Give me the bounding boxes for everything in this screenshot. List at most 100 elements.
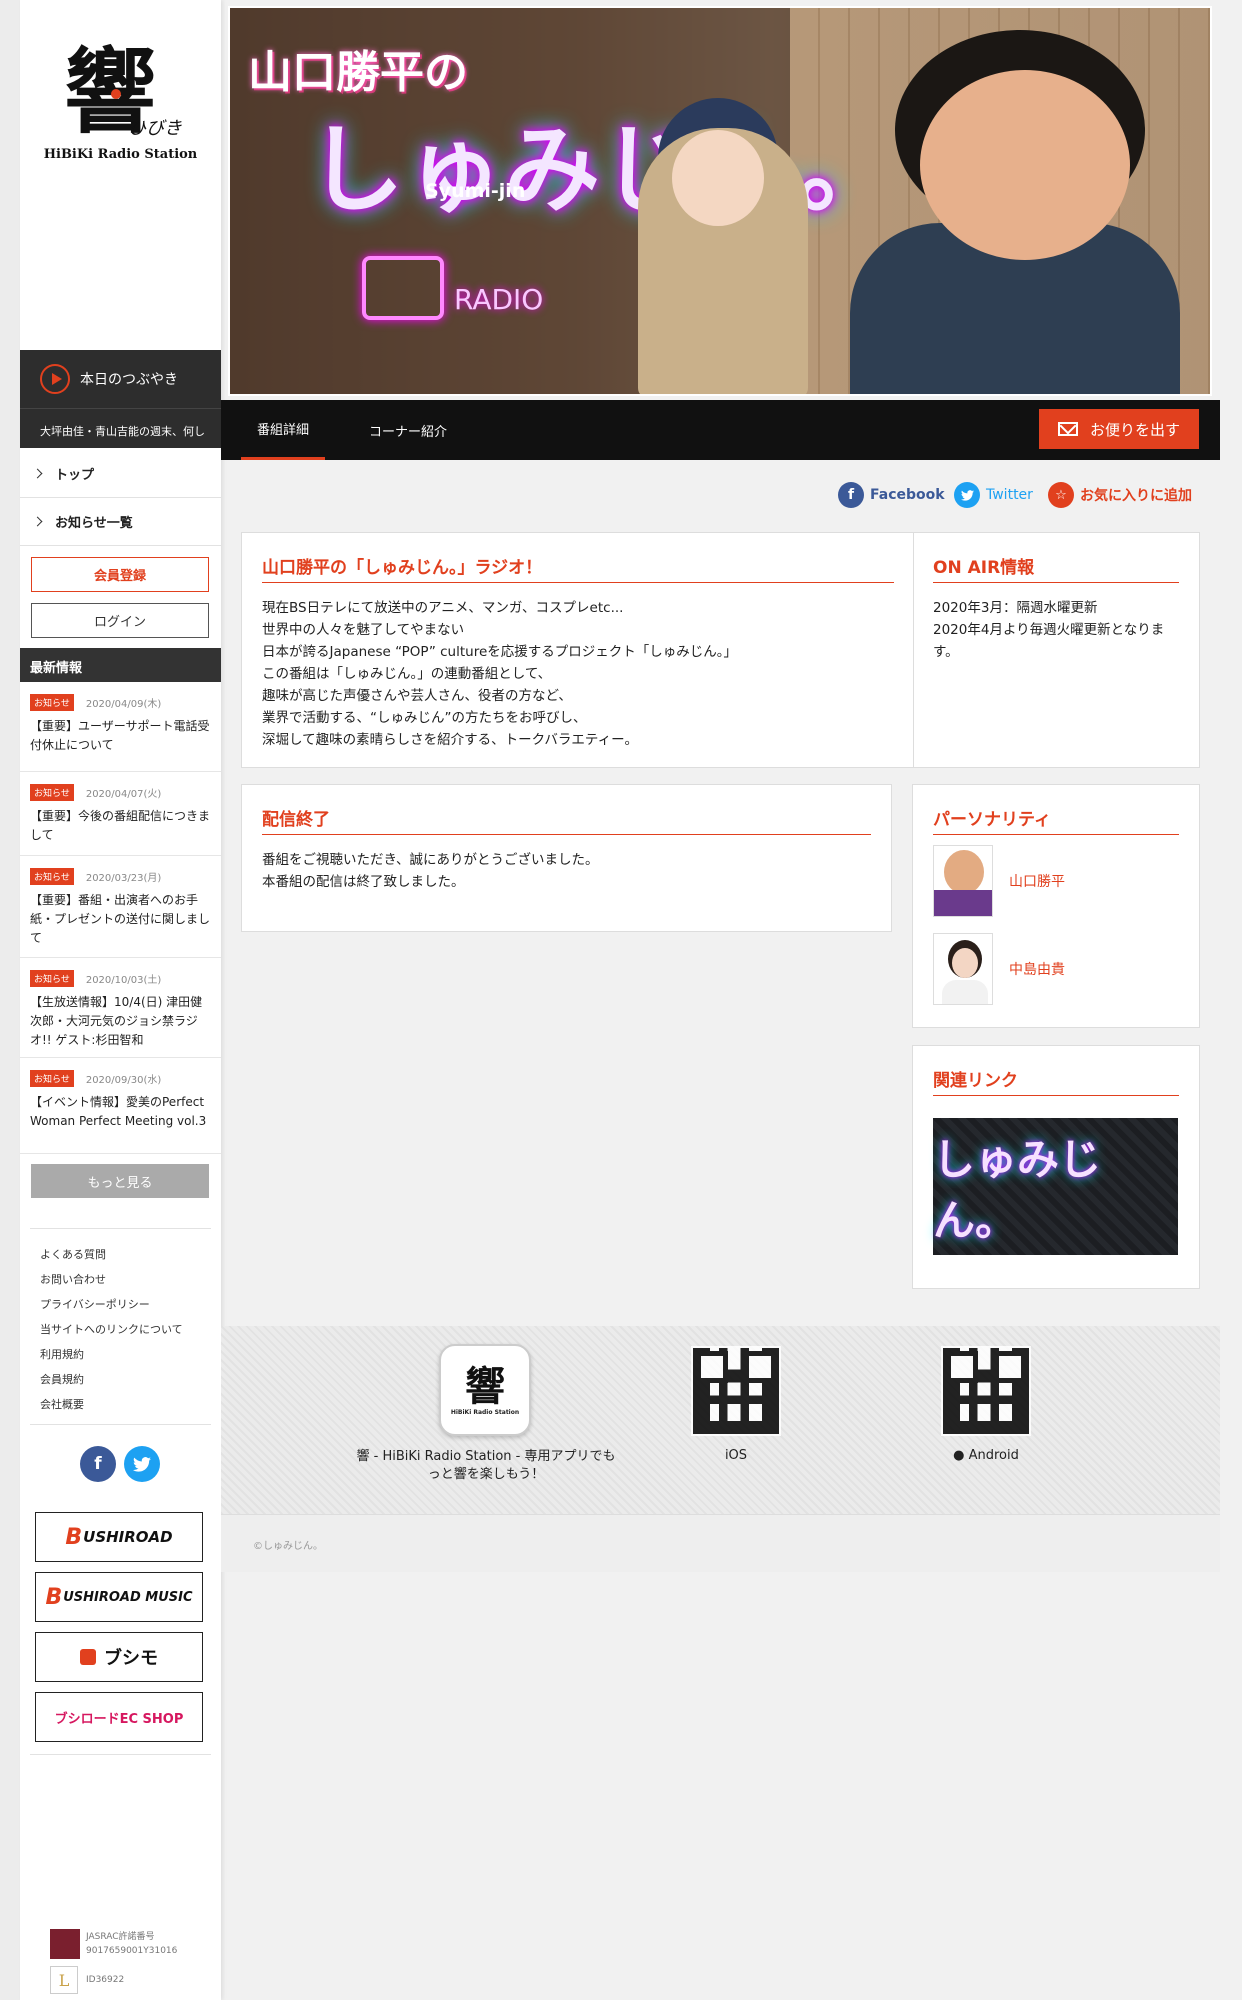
jasrac-license: JASRAC許諾番号 9017659001Y31016 <box>50 1929 177 1959</box>
partner-bushimo[interactable]: ブシモ <box>35 1632 203 1682</box>
sidebar-item-label: トップ <box>55 468 95 483</box>
tab-corners[interactable]: コーナー紹介 <box>369 400 447 460</box>
hibiki-app-icon[interactable]: 響 HiBiKi Radio Station <box>439 1344 531 1436</box>
envelope-icon <box>1057 422 1078 436</box>
personality-name[interactable]: 中島由貴 <box>1009 959 1065 979</box>
news-item[interactable]: お知らせ 2020/09/30(水) 【イベント情報】愛美のPerfect Wom… <box>20 1058 221 1154</box>
chevron-right-icon <box>32 516 43 527</box>
footer-link-linking[interactable]: 当サイトへのリンクについて <box>40 1317 183 1342</box>
news-date: 2020/09/30(水) <box>85 1075 162 1086</box>
sidebar-item-news-list[interactable]: お知らせ一覧 <box>20 498 221 546</box>
tab-program-details[interactable]: 番組詳細 <box>241 400 325 460</box>
related-banner-text: しゅみじん。 <box>933 1134 1102 1245</box>
tsubuyaki-player[interactable]: 本日のつぶやき <box>20 350 221 408</box>
license-id: L ID36922 <box>50 1966 124 1994</box>
sidebar: 響 ひびき HiBiKi Radio Station 本日のつぶやき 大坪由佳・… <box>20 0 221 2000</box>
facebook-icon: f <box>838 482 864 508</box>
partner-bushiroad-ec-shop[interactable]: ブシロードEC SHOP <box>35 1692 203 1742</box>
footer-link-company[interactable]: 会社概要 <box>40 1392 183 1417</box>
hero-title-romaji: Syumi-jin <box>425 180 526 202</box>
share-twitter[interactable]: Twitter <box>954 482 1033 508</box>
news-item[interactable]: お知らせ 2020/03/23(月) 【重要】番組・出演者へのお手紙・プレゼントの… <box>20 856 221 958</box>
footer-link-faq[interactable]: よくある質問 <box>40 1242 183 1267</box>
tsubuyaki-ticker[interactable]: 大坪由佳・青山吉能の週末、何し <box>20 408 221 448</box>
jasrac-label: JASRAC許諾番号 <box>86 1932 155 1942</box>
footer-link-member-terms[interactable]: 会員規約 <box>40 1367 183 1392</box>
add-favorite[interactable]: ☆ お気に入りに追加 <box>1048 482 1192 508</box>
ios-label[interactable]: iOS <box>691 1448 781 1463</box>
ios-qr-code <box>691 1346 781 1436</box>
app-download-band: 響 HiBiKi Radio Station 響 - HiBiKi Radio … <box>221 1326 1220 1514</box>
page-left-gutter <box>0 0 20 2000</box>
chevron-right-icon <box>32 468 43 479</box>
license-mark-icon: L <box>50 1966 78 1994</box>
personality-item[interactable]: 山口勝平 <box>933 845 1065 917</box>
copyright-band: ©しゅみじん。 <box>221 1514 1220 1572</box>
related-banner-syumijin[interactable]: しゅみじん。 <box>933 1118 1178 1255</box>
hero-radio-label: RADIO <box>454 283 544 316</box>
ended-title: 配信終了 <box>262 805 871 835</box>
bushimo-icon <box>80 1649 96 1665</box>
news-item[interactable]: お知らせ 2020/04/07(火) 【重要】今後の番組配信につきまして <box>20 772 221 856</box>
register-button[interactable]: 会員登録 <box>31 557 209 592</box>
add-favorite-label: お気に入りに追加 <box>1080 488 1192 504</box>
partner-bushiroad[interactable]: B USHIROAD <box>35 1512 203 1562</box>
partner-bushiroad-music[interactable]: B USHIROAD MUSIC <box>35 1572 203 1622</box>
send-letter-button[interactable]: お便りを出す <box>1039 409 1199 449</box>
share-facebook-label: Facebook <box>870 487 945 503</box>
more-news-button[interactable]: もっと見る <box>31 1164 209 1198</box>
related-title: 関連リンク <box>933 1066 1179 1096</box>
news-badge: お知らせ <box>30 1070 74 1087</box>
play-icon[interactable] <box>40 364 70 394</box>
onair-body: 2020年3月：隔週水曜更新 2020年4月より毎週火曜更新となります。 <box>933 600 1165 660</box>
news-title[interactable]: 【重要】ユーザーサポート電話受付休止について <box>30 717 211 755</box>
send-letter-label: お便りを出す <box>1089 420 1180 439</box>
personality-photo[interactable] <box>933 845 993 917</box>
onair-title: ON AIR情報 <box>933 553 1179 583</box>
news-date: 2020/04/09(木) <box>85 699 162 710</box>
facebook-icon[interactable]: f <box>80 1446 116 1482</box>
radio-icon <box>362 256 444 320</box>
twitter-icon[interactable] <box>124 1446 160 1482</box>
news-date: 2020/03/23(月) <box>85 873 162 884</box>
share-facebook[interactable]: f Facebook <box>838 482 945 508</box>
news-badge: お知らせ <box>30 784 74 801</box>
onair-info: ON AIR情報 2020年3月：隔週水曜更新 2020年4月より毎週火曜更新と… <box>933 553 1179 663</box>
hibiki-logo-icon: 響 ひびき <box>46 36 196 146</box>
personality-title: パーソナリティ <box>933 805 1179 835</box>
app-caption: 響 - HiBiKi Radio Station - 専用アプリでもっと響を楽し… <box>356 1449 616 1482</box>
news-title[interactable]: 【重要】今後の番組配信につきまして <box>30 807 211 845</box>
star-icon: ☆ <box>1048 482 1074 508</box>
news-title[interactable]: 【生放送情報】10/4(日) 津田健次郎・大河元気のジョシ禁ラジオ!! ゲスト:… <box>30 993 211 1050</box>
person-face <box>920 70 1130 260</box>
broadcast-ended-card: 配信終了 番組をご視聴いただき、誠にありがとうございました。 本番組の配信は終了… <box>241 784 892 932</box>
news-badge: お知らせ <box>30 868 74 885</box>
news-item[interactable]: お知らせ 2020/10/03(土) 【生放送情報】10/4(日) 津田健次郎・大… <box>20 958 221 1058</box>
personality-photo[interactable] <box>933 933 993 1005</box>
android-qr-code <box>941 1346 1031 1436</box>
sidebar-item-top[interactable]: トップ <box>20 450 221 498</box>
news-title[interactable]: 【重要】番組・出演者へのお手紙・プレゼントの送付に関しまして <box>30 891 211 948</box>
footer-link-privacy[interactable]: プライバシーポリシー <box>40 1292 183 1317</box>
license-id-text: ID36922 <box>86 1975 125 1985</box>
personality-card: パーソナリティ 山口勝平 中島由貴 <box>912 784 1200 1028</box>
site-logo[interactable]: 響 ひびき HiBiKi Radio Station <box>20 0 221 350</box>
news-title[interactable]: 【イベント情報】愛美のPerfect Woman Perfect Meeting… <box>30 1093 211 1131</box>
program-tab-bar: 番組詳細 コーナー紹介 お便りを出す <box>221 400 1220 460</box>
login-button[interactable]: ログイン <box>31 603 209 638</box>
tsubuyaki-label: 本日のつぶやき <box>80 372 178 388</box>
footer-link-terms[interactable]: 利用規約 <box>40 1342 183 1367</box>
ended-body: 番組をご視聴いただき、誠にありがとうございました。 本番組の配信は終了致しました… <box>262 852 599 890</box>
news-item[interactable]: お知らせ 2020/04/09(木) 【重要】ユーザーサポート電話受付休止について <box>20 682 221 772</box>
program-title: 山口勝平の「しゅみじん。」ラジオ！ <box>262 553 894 583</box>
app-icon-text: HiBiKi Radio Station <box>450 1408 520 1416</box>
copyright-text: ©しゅみじん。 <box>253 1541 323 1552</box>
share-twitter-label: Twitter <box>986 487 1033 503</box>
personality-name[interactable]: 山口勝平 <box>1009 871 1065 891</box>
personality-item[interactable]: 中島由貴 <box>933 933 1065 1005</box>
android-label[interactable]: ● Android <box>941 1448 1031 1463</box>
footer-links: よくある質問 お問い合わせ プライバシーポリシー 当サイトへのリンクについて 利… <box>40 1242 183 1417</box>
footer-link-contact[interactable]: お問い合わせ <box>40 1267 183 1292</box>
app-icon-kanji: 響 <box>465 1362 505 1410</box>
news-date: 2020/10/03(土) <box>85 975 162 986</box>
